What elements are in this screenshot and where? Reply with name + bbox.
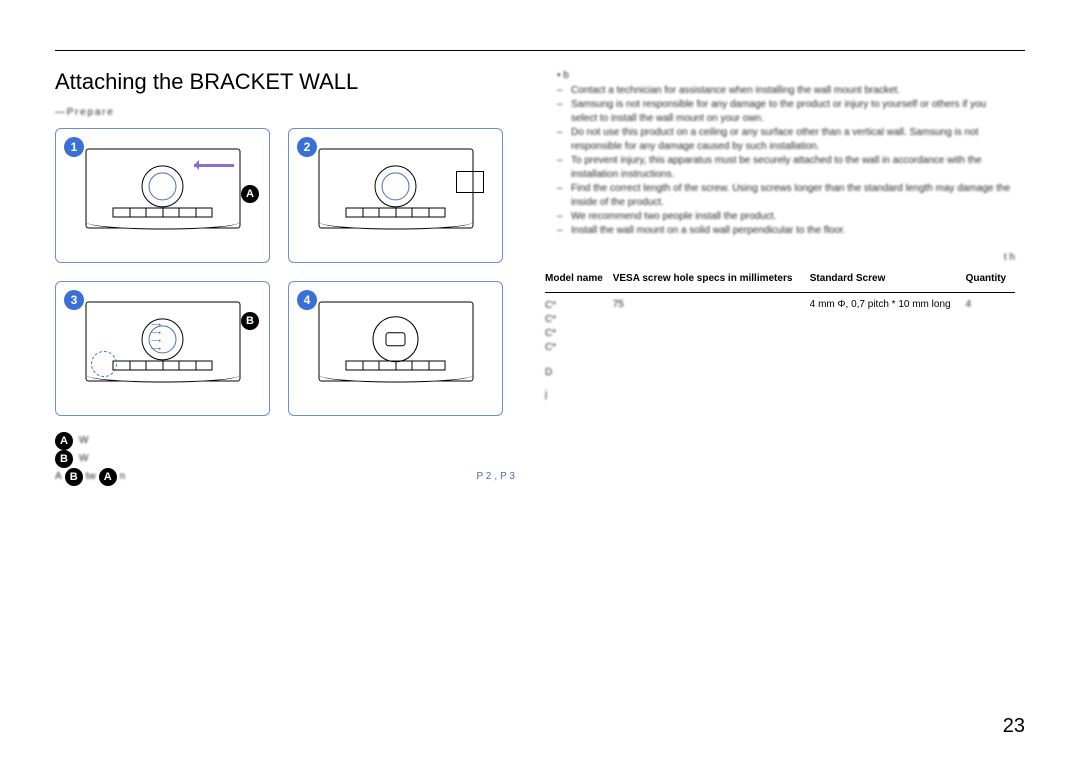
panel-step-2: 2: [288, 128, 503, 263]
label-a-circle: A: [241, 185, 259, 203]
caution-item: Samsung is not responsible for any damag…: [557, 98, 1015, 126]
legend-b-inline: B: [65, 468, 83, 486]
section-title: Attaching the BRACKET WALL: [55, 69, 515, 95]
caution-item: Find the correct length of the screw. Us…: [557, 182, 1015, 210]
footer-note-1: D: [545, 367, 1015, 379]
step-number: 1: [64, 137, 84, 157]
th-vesa: VESA screw hole specs in millimeters: [613, 269, 810, 293]
th-model: Model name: [545, 269, 613, 293]
caution-item: To prevent injury, this apparatus must b…: [557, 154, 1015, 182]
td-models: C* C* C* C*: [545, 293, 613, 358]
legend-block: A W B W A B tw A n P 2 , P 3: [55, 432, 515, 486]
step-number: 3: [64, 290, 84, 310]
legend-a-circle: A: [55, 432, 73, 450]
screw-lines-icon: ⟶⟶⟶⟶: [151, 322, 161, 354]
panel-step-3: 3 ⟶⟶⟶⟶ B: [55, 281, 270, 416]
legend-b-text: W: [79, 450, 88, 468]
dashed-circle-icon: [91, 351, 117, 377]
panel-step-1: 1 A: [55, 128, 270, 263]
page-link-1[interactable]: P 2: [477, 468, 492, 486]
label-b-circle: B: [241, 312, 259, 330]
td-screw: 4 mm Φ, 0,7 pitch * 10 mm long: [810, 293, 966, 358]
caution-item: Do not use this product on a ceiling or …: [557, 126, 1015, 154]
legend-a-inline: A: [99, 468, 117, 486]
step-number: 2: [297, 137, 317, 157]
step-number: 4: [297, 290, 317, 310]
legend-line3-b: tw: [86, 468, 96, 486]
bracket-icon: [456, 171, 484, 193]
caution-item: Install the wall mount on a solid wall p…: [557, 224, 1015, 238]
caution-item: Contact a technician for assistance when…: [557, 84, 1015, 98]
spec-table: Model name VESA screw hole specs in mill…: [545, 269, 1015, 357]
caution-list: • b Contact a technician for assistance …: [545, 69, 1015, 238]
instruction-panels: 1 A 2: [55, 128, 515, 416]
unit-note: t h: [545, 252, 1015, 263]
page-link-separator: ,: [494, 468, 497, 486]
th-qty: Quantity: [966, 269, 1015, 293]
left-column: Attaching the BRACKET WALL ― P r e p a r…: [55, 69, 515, 486]
footer-note-2: j: [545, 389, 1015, 401]
legend-a-text: W: [79, 432, 88, 450]
th-screw: Standard Screw: [810, 269, 966, 293]
legend-line3-prefix: A: [55, 468, 62, 486]
page-number: 23: [1003, 715, 1025, 738]
td-qty: 4: [966, 293, 1015, 358]
bullet-head: b: [563, 70, 569, 81]
right-column: • b Contact a technician for assistance …: [545, 69, 1015, 486]
td-vesa: 75: [613, 293, 810, 358]
preparation-note: ― P r e p a r e: [55, 107, 515, 118]
panel-step-4: 4: [288, 281, 503, 416]
legend-line3-a: n: [120, 468, 126, 486]
caution-item: We recommend two people install the prod…: [557, 210, 1015, 224]
legend-b-circle: B: [55, 450, 73, 468]
page-link-2[interactable]: P 3: [500, 468, 515, 486]
arrow-icon: [194, 164, 234, 167]
